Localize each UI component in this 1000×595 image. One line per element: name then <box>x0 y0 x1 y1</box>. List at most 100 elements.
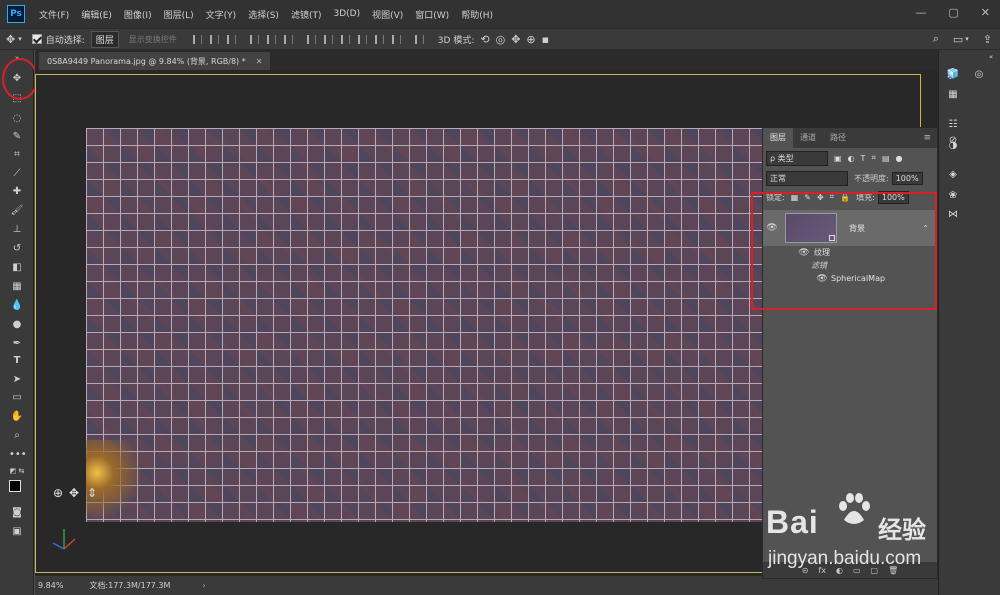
history-brush-tool-icon[interactable]: ↺ <box>9 242 25 256</box>
filter-smart-object-icon[interactable]: ▤ <box>882 154 890 163</box>
properties-icon[interactable]: ☷ <box>945 118 961 132</box>
zoom-tool-icon[interactable]: ⌕ <box>9 429 25 443</box>
align-left-icon[interactable] <box>249 34 259 44</box>
distribute-right-icon[interactable] <box>391 34 401 44</box>
menu-select[interactable]: 选择(S) <box>248 8 279 21</box>
distribute-hcenter-icon[interactable] <box>374 34 384 44</box>
rectangle-tool-icon[interactable]: ▭ <box>9 391 25 405</box>
distribute-vcenter-icon[interactable] <box>323 34 333 44</box>
search-icon[interactable]: ⌕ <box>933 32 939 46</box>
crop-tool-icon[interactable]: ⌗ <box>9 148 25 162</box>
document-tab[interactable]: 0S8A9449 Panorama.jpg @ 9.84% (背景, RGB/8… <box>39 52 271 70</box>
distribute-left-icon[interactable] <box>357 34 367 44</box>
menu-help[interactable]: 帮助(H) <box>461 8 493 21</box>
pan-3d-camera-icon[interactable]: ✥ <box>69 486 79 500</box>
distribute-bottom-icon[interactable] <box>340 34 350 44</box>
filter-toggle-icon[interactable]: ● <box>896 154 903 163</box>
menu-type[interactable]: 文字(Y) <box>206 8 237 21</box>
minimize-button[interactable]: — <box>915 6 926 19</box>
menu-view[interactable]: 视图(V) <box>372 8 403 21</box>
document-tab-title: 0S8A9449 Panorama.jpg @ 9.84% (背景, RGB/8… <box>47 56 246 66</box>
filter-pixel-icon[interactable]: ▣ <box>834 154 842 163</box>
auto-select-target-dropdown[interactable]: 图层 <box>90 30 119 48</box>
3d-panel-icon[interactable]: 🧊 <box>945 68 961 82</box>
channels-panel-icon[interactable]: ❀ <box>945 189 961 203</box>
dolly-3d-camera-icon[interactable]: ⇕ <box>87 486 97 500</box>
filter-adjustment-icon[interactable]: ◐ <box>848 154 855 163</box>
tab-layers[interactable]: 图层 <box>763 128 793 148</box>
quick-select-tool-icon[interactable]: ✎ <box>9 130 25 144</box>
menu-3d[interactable]: 3D(D) <box>333 9 360 19</box>
adjustments-icon[interactable]: ◑ <box>945 139 961 153</box>
gradient-tool-icon[interactable]: ▦ <box>9 280 25 294</box>
path-selection-tool-icon[interactable]: ➤ <box>9 373 25 387</box>
dodge-tool-icon[interactable]: ● <box>9 318 25 332</box>
tab-paths[interactable]: 路径 <box>823 128 853 148</box>
pen-tool-icon[interactable]: ✒ <box>9 337 25 351</box>
3d-axis-gizmo-icon[interactable] <box>49 525 79 550</box>
lasso-tool-icon[interactable]: ◌ <box>9 112 25 126</box>
status-menu-arrow-icon[interactable]: › <box>202 581 205 590</box>
slide-3d-icon[interactable]: ⊕ <box>526 33 535 46</box>
more-tools-icon[interactable]: ••• <box>9 448 27 462</box>
close-button[interactable]: ✕ <box>981 6 990 19</box>
align-top-icon[interactable] <box>192 34 202 44</box>
layer-filter-kind-dropdown[interactable]: ρ 类型 <box>766 150 828 166</box>
clone-stamp-tool-icon[interactable]: ⊥ <box>9 223 25 237</box>
brush-tool-icon[interactable]: 🖌 <box>9 204 25 218</box>
opacity-label: 不透明度: <box>854 173 889 183</box>
opacity-field[interactable]: 100% <box>891 171 923 185</box>
document-size: 文档:177.3M/177.3M <box>89 581 171 590</box>
foreground-background-color-icon[interactable] <box>9 480 27 498</box>
show-transform-checkbox-label[interactable]: 显示变换控件 <box>129 34 177 45</box>
quick-mask-icon[interactable]: ◙ <box>9 506 25 520</box>
hand-tool-icon[interactable]: ✋ <box>9 410 25 424</box>
auto-select-label: 自动选择: <box>45 35 85 46</box>
orbit-3d-camera-icon[interactable]: ⊕ <box>53 486 63 500</box>
screen-mode-icon[interactable]: ▣ <box>9 525 25 539</box>
align-right-icon[interactable] <box>283 34 293 44</box>
filter-shape-icon[interactable]: ⌗ <box>871 153 876 163</box>
layers-panel-icon[interactable]: ◈ <box>945 168 961 182</box>
default-colors-icon[interactable]: ◩ ⇆ <box>9 464 25 478</box>
menu-filter[interactable]: 滤镜(T) <box>291 8 322 21</box>
menu-layer[interactable]: 图层(L) <box>164 8 194 21</box>
auto-align-icon[interactable] <box>414 34 424 44</box>
libraries-icon[interactable]: ◎ <box>971 68 987 82</box>
menu-file[interactable]: 文件(F) <box>39 8 69 21</box>
type-tool-icon[interactable]: T <box>9 354 25 368</box>
eyedropper-tool-icon[interactable]: ⟋ <box>9 167 25 181</box>
menu-image[interactable]: 图像(I) <box>124 8 152 21</box>
filter-type-icon[interactable]: T <box>861 154 866 163</box>
pan-3d-icon[interactable]: ✥ <box>511 33 520 46</box>
distribute-top-icon[interactable] <box>306 34 316 44</box>
chevron-down-icon[interactable]: ▾ <box>965 35 969 43</box>
maximize-button[interactable]: ▢ <box>948 6 958 19</box>
collapse-dock-icon[interactable]: « <box>983 50 999 64</box>
align-hcenter-icon[interactable] <box>266 34 276 44</box>
healing-brush-tool-icon[interactable]: ✚ <box>9 185 25 199</box>
zoom-level[interactable]: 9.84% <box>38 581 63 590</box>
chevron-down-icon[interactable]: ▾ <box>18 35 22 43</box>
watermark-url: jingyan.baidu.com <box>768 548 922 569</box>
align-vcenter-icon[interactable] <box>209 34 219 44</box>
menu-edit[interactable]: 编辑(E) <box>81 8 112 21</box>
scale-3d-icon[interactable]: ▪ <box>542 33 549 46</box>
close-icon[interactable]: ✕ <box>256 57 263 66</box>
move-tool-preset-icon[interactable]: ✥ <box>6 33 15 46</box>
auto-select-checkbox[interactable] <box>31 34 42 44</box>
eraser-tool-icon[interactable]: ◧ <box>9 261 25 275</box>
blur-tool-icon[interactable]: 💧 <box>9 299 25 313</box>
histogram-icon[interactable]: ▦ <box>945 88 961 102</box>
tab-channels[interactable]: 通道 <box>793 128 823 148</box>
paths-panel-icon[interactable]: ⋈ <box>945 208 961 222</box>
panel-menu-icon[interactable]: ≡ <box>923 133 931 143</box>
menu-window[interactable]: 窗口(W) <box>415 8 449 21</box>
roll-3d-icon[interactable]: ◎ <box>496 33 506 46</box>
orbit-3d-icon[interactable]: ⟲ <box>480 33 489 46</box>
share-icon[interactable]: ⇪ <box>983 33 992 46</box>
tile-floor-image[interactable] <box>86 128 794 522</box>
align-bottom-icon[interactable] <box>226 34 236 44</box>
workspace-icon[interactable]: ▭ <box>953 33 963 46</box>
blend-mode-dropdown[interactable]: 正常 <box>766 170 848 186</box>
